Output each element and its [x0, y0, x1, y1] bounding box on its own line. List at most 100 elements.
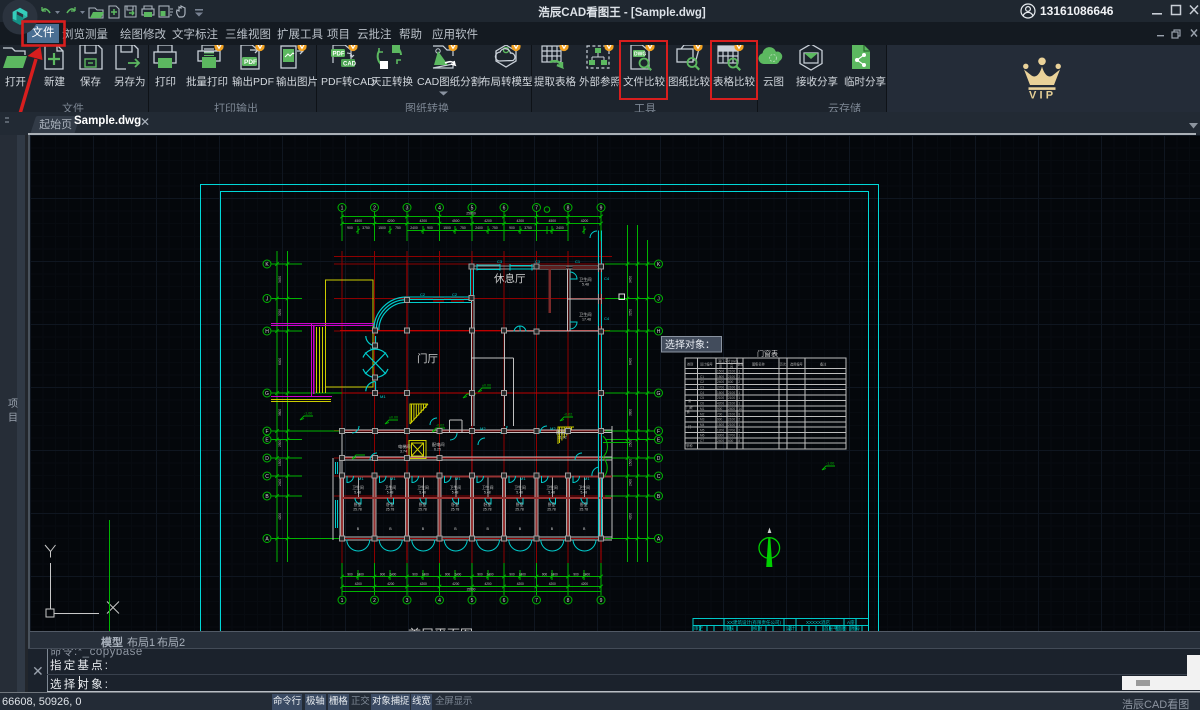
svg-text:7: 7	[535, 598, 538, 604]
svg-text:M1: M1	[390, 476, 396, 481]
svg-text:±0.00: ±0.00	[482, 384, 491, 388]
svg-text:B: B	[487, 527, 490, 531]
svg-text:7: 7	[535, 206, 538, 212]
svg-text:-1.00: -1.00	[826, 462, 834, 466]
svg-text:卧室: 卧室	[386, 502, 394, 507]
svg-text:数量: 数量	[738, 362, 745, 367]
svg-text:900: 900	[380, 572, 386, 576]
svg-text:2100: 2100	[728, 402, 735, 406]
svg-text:5.48: 5.48	[581, 491, 588, 495]
svg-text:门厅: 门厅	[417, 352, 438, 365]
svg-text:C4: C4	[604, 276, 610, 281]
svg-text:2400: 2400	[454, 572, 461, 576]
svg-text:高: 高	[730, 364, 733, 369]
svg-text:-0.02: -0.02	[564, 413, 572, 417]
svg-text:5.48: 5.48	[516, 491, 523, 495]
svg-text:M2: M2	[480, 426, 486, 431]
svg-text:4200: 4200	[387, 219, 395, 223]
svg-text:2: 2	[738, 418, 740, 422]
svg-text:8: 8	[738, 439, 740, 443]
svg-text:900: 900	[717, 418, 723, 422]
svg-text:700: 700	[717, 412, 723, 416]
svg-text:1500: 1500	[629, 459, 633, 466]
svg-text:2400: 2400	[357, 572, 364, 576]
svg-text:-1.00: -1.00	[304, 412, 312, 416]
svg-text:类别: 类别	[687, 362, 693, 367]
svg-text:2400: 2400	[486, 572, 493, 576]
svg-text:C6: C6	[700, 402, 704, 406]
svg-text:G: G	[265, 391, 269, 397]
svg-text:页次: 页次	[780, 362, 787, 367]
svg-text:2100: 2100	[728, 386, 735, 390]
svg-text:M2: M2	[550, 426, 556, 431]
svg-text:D: D	[657, 456, 661, 462]
svg-text:750: 750	[395, 226, 401, 230]
svg-text:8: 8	[738, 412, 740, 416]
svg-text:1500: 1500	[717, 423, 724, 427]
svg-text:G: G	[657, 391, 661, 397]
svg-text:XXXXX酒店: XXXXX酒店	[806, 619, 831, 626]
svg-text:C2: C2	[700, 380, 704, 384]
svg-text:C: C	[265, 474, 269, 480]
svg-text:2400: 2400	[410, 226, 418, 230]
svg-text:1: 1	[738, 391, 740, 395]
svg-text:宽: 宽	[719, 364, 723, 369]
svg-text:CAD: CAD	[343, 62, 357, 68]
svg-text:2100: 2100	[717, 396, 724, 400]
svg-text:3300: 3300	[717, 434, 724, 438]
svg-text:900: 900	[445, 572, 451, 576]
svg-text:窗: 窗	[687, 409, 690, 414]
svg-text:2100: 2100	[728, 370, 735, 374]
svg-text:休息厅: 休息厅	[494, 272, 526, 285]
svg-text:C4: C4	[604, 316, 610, 321]
svg-text:2: 2	[738, 380, 740, 384]
svg-text:卫生间: 卫生间	[546, 485, 558, 490]
svg-text:1: 1	[738, 370, 740, 374]
svg-text:1500: 1500	[278, 459, 282, 466]
svg-text:B: B	[389, 527, 392, 531]
svg-text:2: 2	[373, 206, 376, 212]
svg-text:2400: 2400	[519, 572, 526, 576]
svg-text:2100: 2100	[728, 396, 735, 400]
svg-text:J: J	[657, 296, 660, 302]
svg-text:M4: M4	[700, 423, 705, 427]
svg-text:M1: M1	[358, 476, 364, 481]
svg-text:600: 600	[728, 439, 734, 443]
svg-text:洞口尺寸(mm): 洞口尺寸(mm)	[718, 359, 738, 364]
svg-text:25.78: 25.78	[580, 508, 589, 512]
svg-text:900: 900	[427, 226, 433, 230]
svg-text:25800: 25800	[466, 212, 476, 216]
svg-text:卧室: 卧室	[516, 502, 524, 507]
svg-text:窗: 窗	[688, 398, 691, 403]
svg-text:2400: 2400	[629, 479, 633, 486]
svg-text:C3: C3	[700, 386, 704, 390]
svg-text:B: B	[265, 494, 269, 500]
svg-text:M2: M2	[700, 412, 705, 416]
svg-text:750: 750	[460, 226, 466, 230]
svg-text:卧室: 卧室	[484, 502, 492, 507]
svg-text:2100: 2100	[728, 375, 735, 379]
svg-text:卫生间: 卫生间	[450, 485, 462, 490]
svg-text:B: B	[422, 527, 425, 531]
svg-text:25.78: 25.78	[451, 508, 460, 512]
svg-text:4200: 4200	[549, 582, 556, 586]
svg-text:25.78: 25.78	[386, 508, 395, 512]
svg-text:XX建筑设计(有限责任公司): XX建筑设计(有限责任公司)	[727, 619, 782, 626]
svg-text:2400: 2400	[422, 572, 429, 576]
svg-text:卧室: 卧室	[548, 502, 556, 507]
svg-text:6400: 6400	[278, 358, 282, 365]
svg-text:A: A	[265, 536, 269, 542]
svg-text:900: 900	[347, 572, 353, 576]
svg-text:B: B	[657, 494, 661, 500]
svg-text:3750: 3750	[362, 226, 370, 230]
svg-text:M1: M1	[700, 407, 705, 411]
svg-text:3800: 3800	[629, 409, 633, 416]
svg-text:M1: M1	[380, 394, 386, 399]
svg-text:2: 2	[373, 598, 376, 604]
svg-text:备注: 备注	[820, 362, 827, 367]
svg-text:M5: M5	[700, 428, 705, 432]
svg-text:14: 14	[738, 407, 742, 411]
svg-text:2100: 2100	[728, 423, 735, 427]
svg-text:2700: 2700	[728, 434, 735, 438]
svg-text:C4: C4	[700, 391, 704, 395]
